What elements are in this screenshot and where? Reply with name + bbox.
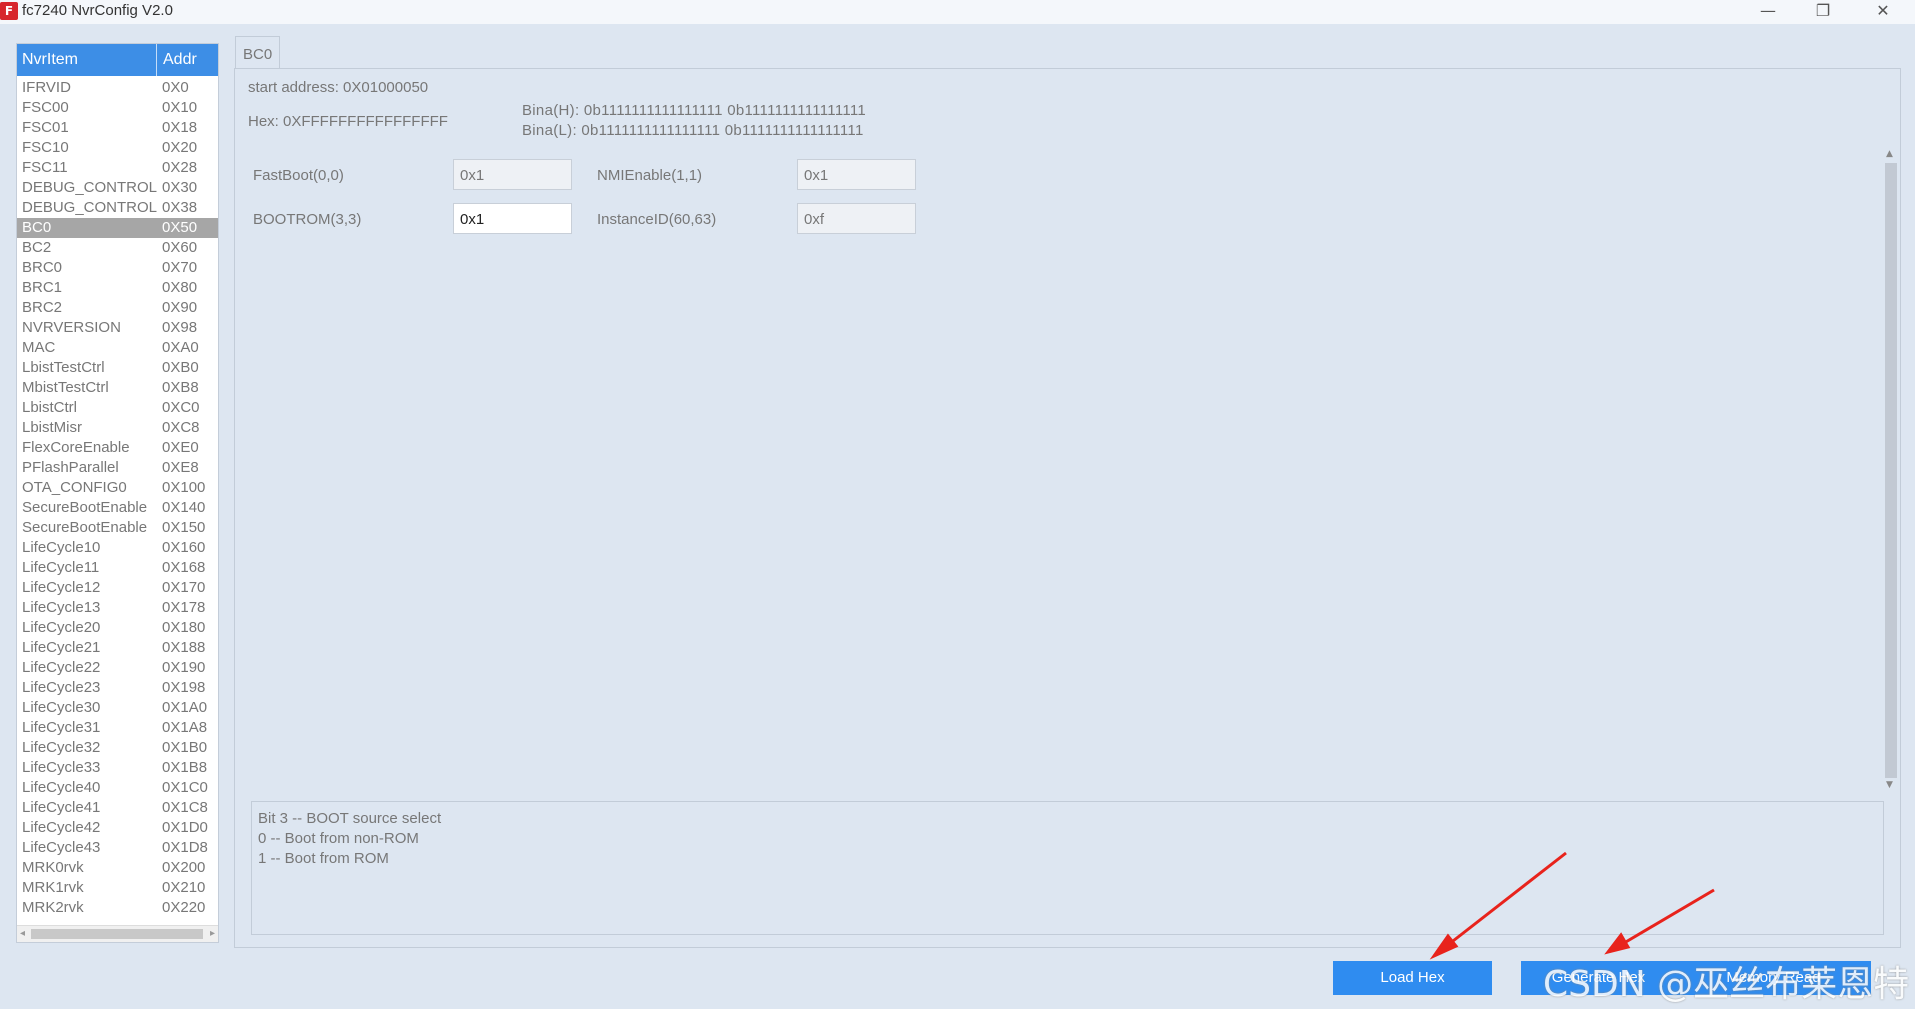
annotation-arrows <box>1429 851 1715 960</box>
arrow-icon <box>1429 851 1715 960</box>
